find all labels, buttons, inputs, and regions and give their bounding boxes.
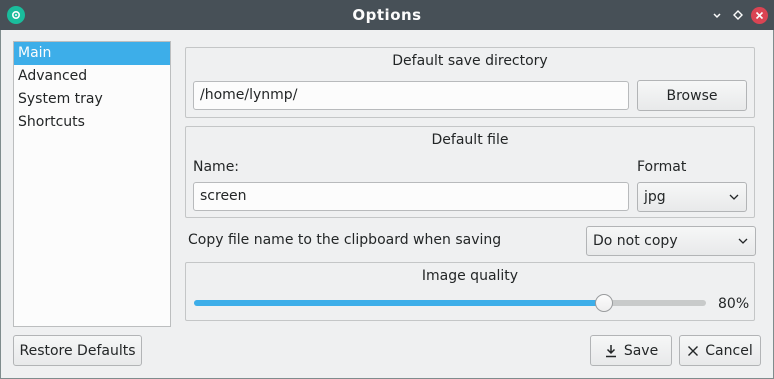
chevron-down-icon	[729, 194, 739, 200]
save-directory-field[interactable]: /home/lynmp/	[193, 81, 629, 110]
restore-defaults-button[interactable]: Restore Defaults	[13, 335, 142, 366]
sidebar-item-shortcuts[interactable]: Shortcuts	[14, 111, 170, 134]
chevron-down-icon	[738, 238, 748, 244]
settings-category-list[interactable]: Main Advanced System tray Shortcuts	[13, 41, 171, 327]
quality-slider-handle[interactable]	[595, 294, 613, 312]
sidebar-item-advanced[interactable]: Advanced	[14, 65, 170, 88]
save-button[interactable]: Save	[590, 335, 672, 366]
sidebar-item-main[interactable]: Main	[14, 42, 170, 65]
minimize-icon[interactable]	[709, 7, 725, 23]
save-label: Save	[623, 342, 659, 359]
download-icon	[605, 344, 616, 357]
app-icon	[7, 6, 25, 24]
quality-slider-track[interactable]	[194, 300, 706, 306]
clipboard-label: Copy file name to the clipboard when sav…	[188, 232, 502, 248]
file-name-field[interactable]: screen	[193, 182, 629, 211]
close-icon[interactable]	[751, 7, 768, 24]
file-format-value: jpg	[644, 189, 666, 205]
default-file-title: Default file	[431, 132, 509, 148]
title-bar: Options	[0, 0, 774, 30]
maximize-icon[interactable]	[730, 7, 746, 23]
file-format-label: Format	[637, 159, 687, 175]
quality-slider-fill	[194, 300, 604, 306]
file-name-label: Name:	[193, 159, 240, 175]
cancel-label: Cancel	[705, 342, 753, 359]
clipboard-select[interactable]: Do not copy	[586, 226, 756, 256]
image-quality-title: Image quality	[421, 268, 519, 284]
file-format-select[interactable]: jpg	[637, 182, 747, 212]
browse-button[interactable]: Browse	[637, 80, 747, 111]
image-quality-group: Image quality	[185, 262, 755, 321]
window-title: Options	[352, 6, 422, 24]
quality-value: 80%	[718, 296, 750, 312]
clipboard-value: Do not copy	[593, 233, 678, 249]
sidebar-item-system-tray[interactable]: System tray	[14, 88, 170, 111]
save-directory-title: Default save directory	[392, 53, 548, 69]
cancel-button[interactable]: Cancel	[679, 335, 761, 366]
cancel-icon	[688, 345, 699, 356]
